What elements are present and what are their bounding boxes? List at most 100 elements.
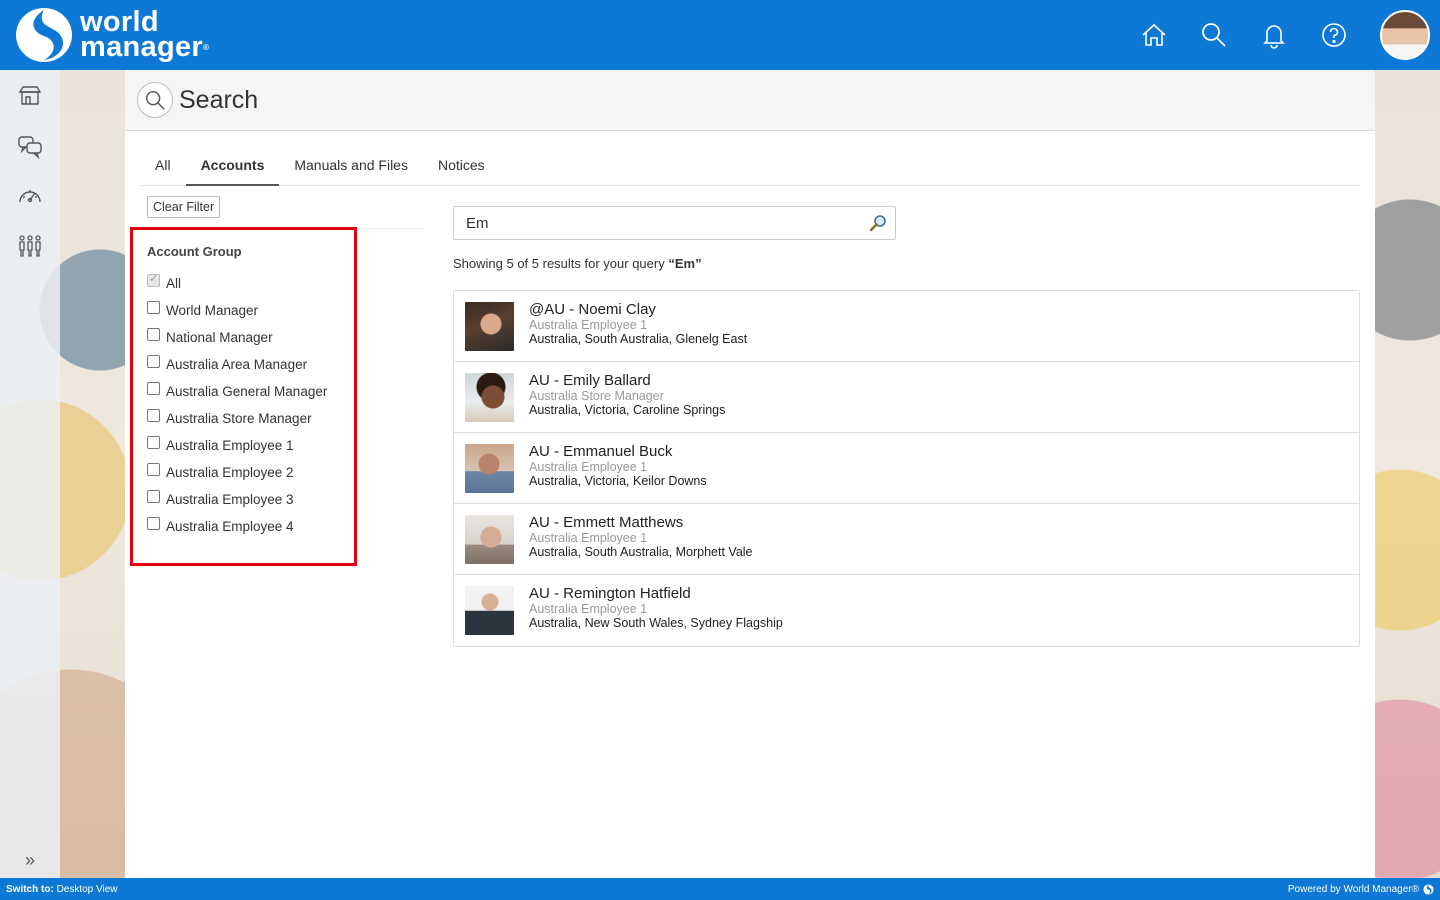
result-role: Australia Employee 1 xyxy=(529,531,648,545)
tab-accounts[interactable]: Accounts xyxy=(185,148,280,186)
filter-item-label: World Manager xyxy=(166,303,259,318)
bell-icon[interactable] xyxy=(1260,21,1288,49)
account-group-filter: Account Group All World Manager National… xyxy=(130,227,357,566)
result-role: Australia Store Manager xyxy=(529,389,664,403)
home-icon[interactable] xyxy=(1140,21,1168,49)
result-row[interactable]: AU - Emmett Matthews Australia Employee … xyxy=(454,504,1359,575)
filter-item-national-manager[interactable]: National Manager xyxy=(147,324,327,351)
tab-all[interactable]: All xyxy=(140,148,186,186)
checkbox[interactable] xyxy=(147,272,160,287)
user-avatar[interactable] xyxy=(1380,10,1430,60)
search-field xyxy=(453,206,896,240)
left-nav: » xyxy=(0,70,60,878)
result-avatar xyxy=(465,373,514,422)
result-name: AU - Emily Ballard xyxy=(529,372,651,389)
result-avatar xyxy=(465,444,514,493)
checkbox[interactable] xyxy=(147,463,160,476)
result-location: Australia, South Australia, Glenelg East xyxy=(529,332,748,346)
filter-list: All World Manager National Manager Austr… xyxy=(147,270,327,540)
filter-title: Account Group xyxy=(147,244,242,259)
filter-item-label: All xyxy=(166,276,182,291)
filter-item-label: Australia General Manager xyxy=(166,384,328,399)
result-row[interactable]: AU - Remington Hatfield Australia Employ… xyxy=(454,575,1359,646)
checkbox[interactable] xyxy=(147,409,160,422)
nav-people-icon[interactable] xyxy=(0,221,60,271)
result-role: Australia Employee 1 xyxy=(529,318,648,332)
logo-text: world manager® xyxy=(80,8,210,62)
panel-header: Search xyxy=(125,70,1375,131)
result-location: Australia, New South Wales, Sydney Flags… xyxy=(529,616,783,630)
result-role: Australia Employee 1 xyxy=(529,602,648,616)
page-search-icon xyxy=(137,82,173,118)
nav-dashboard-icon[interactable] xyxy=(0,171,60,221)
switch-view-link[interactable]: Switch to: Desktop View xyxy=(6,884,118,895)
checkbox[interactable] xyxy=(147,355,160,368)
powered-by: Powered by World Manager® xyxy=(1288,884,1434,895)
switch-value: Desktop View xyxy=(56,883,118,895)
checkbox[interactable] xyxy=(147,436,160,449)
result-row[interactable]: AU - Emmanuel Buck Australia Employee 1 … xyxy=(454,433,1359,504)
checkbox[interactable] xyxy=(147,490,160,503)
filter-item-label: Australia Employee 4 xyxy=(166,519,294,534)
logo-mark-icon xyxy=(16,8,72,62)
checkbox[interactable] xyxy=(147,517,160,530)
checkbox[interactable] xyxy=(147,382,160,395)
world-manager-logo[interactable]: world manager® xyxy=(14,6,209,64)
filter-item-world-manager[interactable]: World Manager xyxy=(147,297,327,324)
expand-nav-icon[interactable]: » xyxy=(0,848,60,872)
checkbox[interactable] xyxy=(147,301,160,314)
result-name: AU - Remington Hatfield xyxy=(529,585,691,602)
search-input[interactable] xyxy=(454,214,854,232)
result-location: Australia, South Australia, Morphett Val… xyxy=(529,545,753,559)
results-summary-text: Showing 5 of 5 results for your query xyxy=(453,256,669,271)
results-summary: Showing 5 of 5 results for your query “E… xyxy=(453,256,702,271)
filter-item-australia-area-manager[interactable]: Australia Area Manager xyxy=(147,351,327,378)
filter-item-australia-store-manager[interactable]: Australia Store Manager xyxy=(147,405,327,432)
result-name: @AU - Noemi Clay xyxy=(529,301,656,318)
footer-logo-icon xyxy=(1423,883,1434,895)
filter-item-australia-employee-4[interactable]: Australia Employee 4 xyxy=(147,513,327,540)
search-icon[interactable] xyxy=(1200,21,1228,49)
filter-item-label: Australia Store Manager xyxy=(166,411,312,426)
nav-chat-icon[interactable] xyxy=(0,121,60,171)
tab-notices[interactable]: Notices xyxy=(423,148,500,186)
tab-manuals-and-files[interactable]: Manuals and Files xyxy=(279,148,423,186)
powered-by-text: Powered by World Manager® xyxy=(1287,883,1419,895)
page-title: Search xyxy=(179,85,259,114)
footer: Switch to: Desktop View Powered by World… xyxy=(0,878,1440,900)
magnifier-icon[interactable] xyxy=(869,214,887,232)
logo-line-2: manager® xyxy=(80,33,210,62)
result-row[interactable]: @AU - Noemi Clay Australia Employee 1 Au… xyxy=(454,291,1359,362)
result-name: AU - Emmett Matthews xyxy=(529,514,684,531)
top-bar: world manager® xyxy=(0,0,1440,70)
filter-item-label: Australia Employee 1 xyxy=(166,438,294,453)
checkbox[interactable] xyxy=(147,328,160,341)
result-role: Australia Employee 1 xyxy=(529,460,648,474)
result-location: Australia, Victoria, Keilor Downs xyxy=(529,474,707,488)
result-avatar xyxy=(465,302,514,351)
result-avatar xyxy=(465,586,514,635)
filter-item-australia-employee-2[interactable]: Australia Employee 2 xyxy=(147,459,327,486)
result-row[interactable]: AU - Emily Ballard Australia Store Manag… xyxy=(454,362,1359,433)
logo-registered: ® xyxy=(203,43,210,52)
logo-line-2-text: manager xyxy=(80,31,203,63)
filter-item-label: Australia Employee 2 xyxy=(166,465,294,480)
filter-item-label: Australia Area Manager xyxy=(166,357,308,372)
help-icon[interactable] xyxy=(1320,21,1348,49)
filter-item-australia-employee-1[interactable]: Australia Employee 1 xyxy=(147,432,327,459)
result-name: AU - Emmanuel Buck xyxy=(529,443,673,460)
result-avatar xyxy=(465,515,514,564)
switch-label: Switch to: xyxy=(6,883,54,895)
filter-item-all[interactable]: All xyxy=(147,270,327,297)
header-actions xyxy=(1140,0,1440,70)
filter-item-australia-employee-3[interactable]: Australia Employee 3 xyxy=(147,486,327,513)
search-tabs: All Accounts Manuals and Files Notices xyxy=(140,148,1360,186)
result-location: Australia, Victoria, Caroline Springs xyxy=(529,403,726,417)
results-query: “Em” xyxy=(668,256,702,271)
clear-filter-button[interactable]: Clear Filter xyxy=(147,196,221,218)
filter-item-label: Australia Employee 3 xyxy=(166,492,294,507)
nav-store-icon[interactable] xyxy=(0,71,60,121)
filter-item-australia-general-manager[interactable]: Australia General Manager xyxy=(147,378,327,405)
results-list: @AU - Noemi Clay Australia Employee 1 Au… xyxy=(453,290,1360,647)
filter-item-label: National Manager xyxy=(166,330,273,345)
